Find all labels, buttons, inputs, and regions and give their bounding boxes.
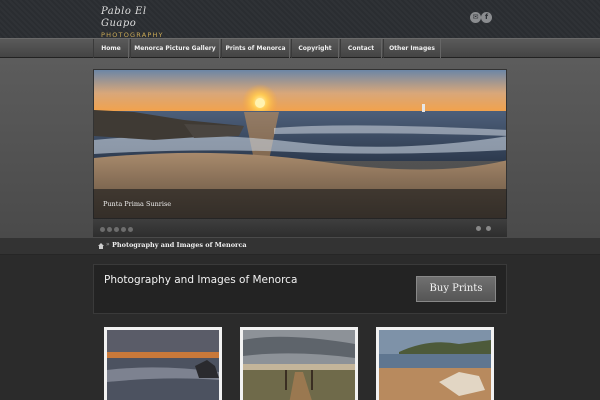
slider-dot[interactable] <box>114 227 119 232</box>
site-logo[interactable]: Pablo El Guapo PHOTOGRAPHY <box>101 6 173 39</box>
slider-caption: Punta Prima Sunrise <box>103 200 172 208</box>
slider-dot[interactable] <box>128 227 133 232</box>
breadcrumb <box>0 238 600 255</box>
mail-icon[interactable]: ✉ <box>470 12 481 23</box>
nav-item-other-images[interactable]: Other Images <box>383 39 441 58</box>
slider-dot[interactable] <box>100 227 105 232</box>
gallery-thumbnail[interactable] <box>104 327 222 400</box>
buy-prints-button[interactable]: Buy Prints <box>416 276 496 302</box>
page-title: Photography and Images of Menorca <box>104 274 298 286</box>
breadcrumb-current: Photography and Images of Menorca <box>112 241 247 249</box>
home-icon[interactable] <box>98 243 104 249</box>
nav-item-copyright[interactable]: Copyright <box>291 39 339 58</box>
site-header <box>0 0 600 38</box>
gallery-thumbnail[interactable] <box>376 327 494 400</box>
breadcrumb-separator: » <box>106 241 110 248</box>
logo-script-text: Pablo El Guapo <box>101 6 147 29</box>
thumb-photo-stormy-coast <box>107 330 219 400</box>
slider-dot[interactable] <box>121 227 126 232</box>
main-nav: Home Menorca Picture Gallery Prints of M… <box>0 38 600 58</box>
nav-item-prints[interactable]: Prints of Menorca <box>221 39 290 58</box>
slider-next-icon[interactable] <box>486 226 491 231</box>
facebook-icon[interactable]: f <box>481 12 492 23</box>
nav-item-home[interactable]: Home <box>93 39 129 58</box>
gallery-thumbnail[interactable] <box>240 327 358 400</box>
thumb-photo-boardwalk <box>243 330 355 400</box>
thumb-photo-bay <box>379 330 491 400</box>
slider-dot[interactable] <box>107 227 112 232</box>
slider-controls <box>93 219 507 237</box>
nav-item-gallery[interactable]: Menorca Picture Gallery <box>130 39 220 58</box>
slider-prev-icon[interactable] <box>476 226 481 231</box>
nav-item-contact[interactable]: Contact <box>340 39 382 58</box>
